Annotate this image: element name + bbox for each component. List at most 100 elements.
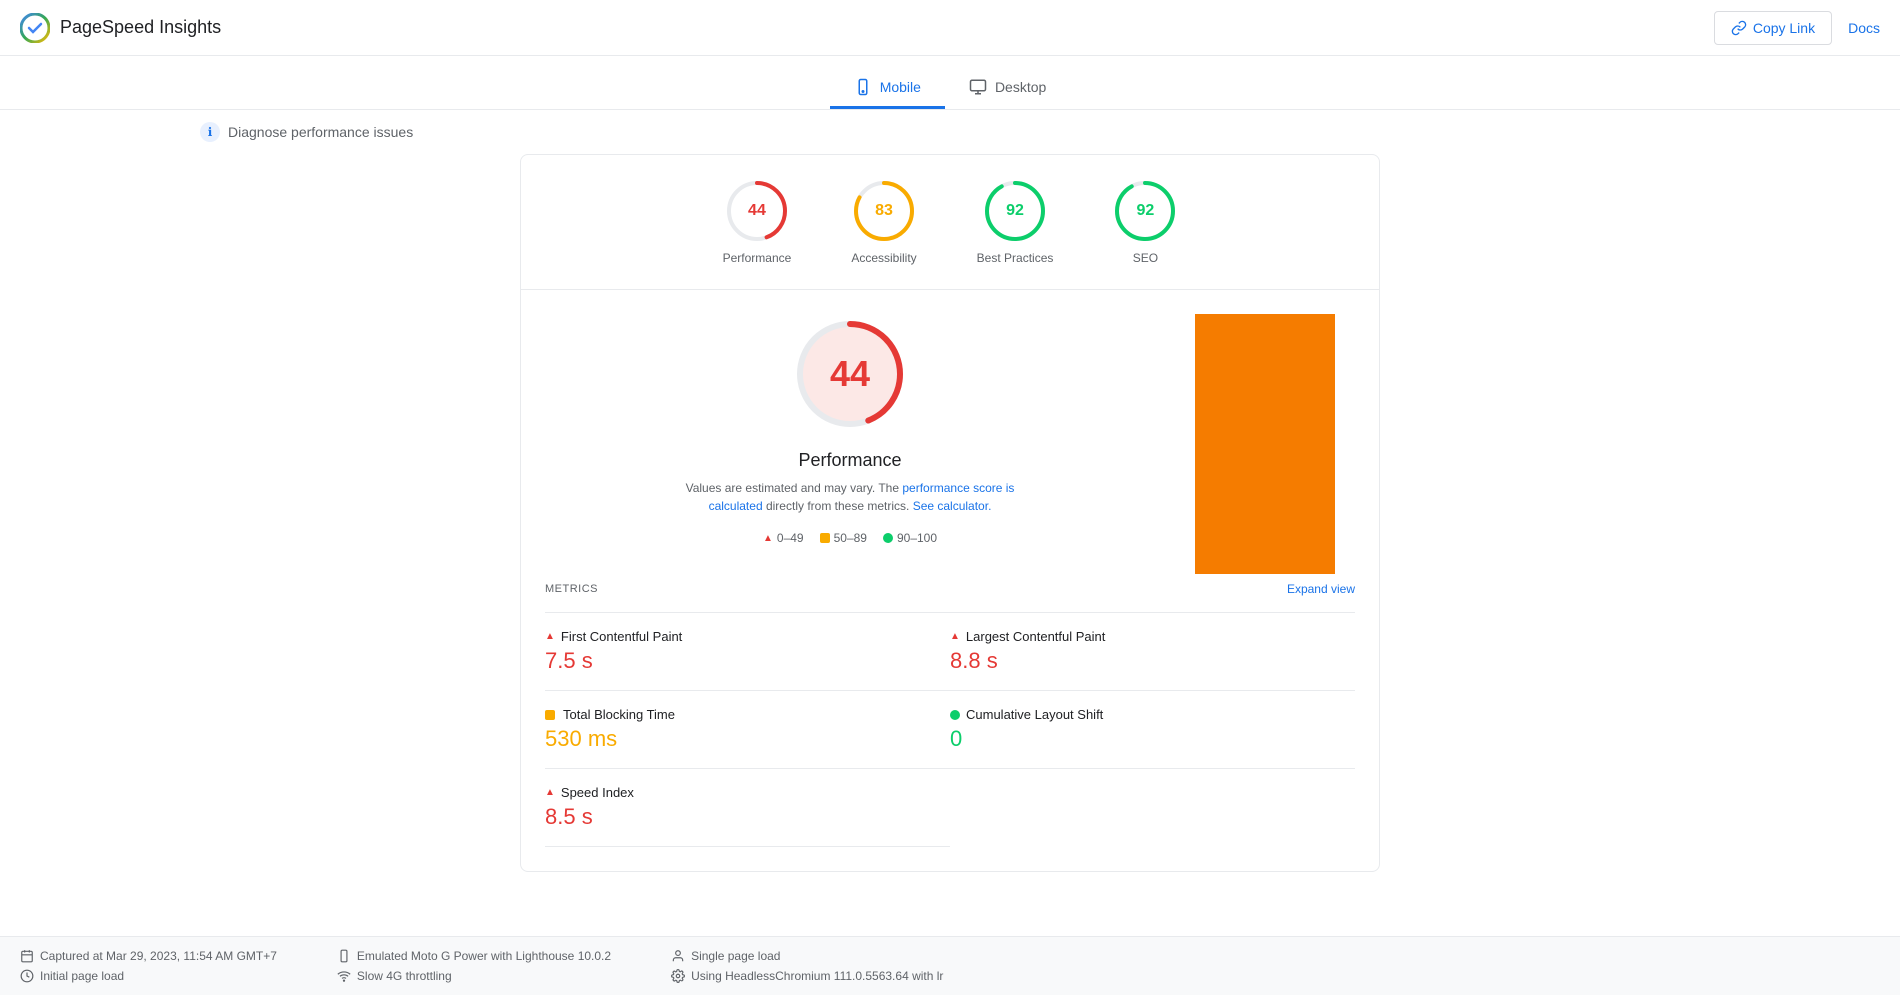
- metrics-grid: ▲ First Contentful Paint 7.5 s ▲ Largest…: [545, 612, 1355, 847]
- perf-calc-link[interactable]: See calculator.: [913, 499, 992, 513]
- tab-mobile-label: Mobile: [880, 79, 921, 95]
- legend-green-icon: [883, 533, 893, 543]
- footer-single-text: Single page load: [691, 949, 780, 963]
- accessibility-score: 83: [875, 202, 893, 220]
- wifi-icon: [337, 969, 351, 983]
- footer-row-capture: Captured at Mar 29, 2023, 11:54 AM GMT+7: [20, 949, 277, 963]
- orange-chart-bar: [1195, 314, 1335, 574]
- docs-link[interactable]: Docs: [1848, 20, 1880, 36]
- metric-lcp: ▲ Largest Contentful Paint 8.8 s: [950, 613, 1355, 691]
- metric-tbt-name: Total Blocking Time: [563, 707, 675, 722]
- metric-si-name-row: ▲ Speed Index: [545, 785, 910, 800]
- seo-score: 92: [1136, 202, 1154, 220]
- footer-col-1: Captured at Mar 29, 2023, 11:54 AM GMT+7…: [20, 949, 277, 983]
- copy-link-button[interactable]: Copy Link: [1714, 11, 1832, 45]
- tab-desktop-label: Desktop: [995, 79, 1046, 95]
- footer-col-3: Single page load Using HeadlessChromium …: [671, 949, 943, 983]
- legend-red-icon: ▲: [763, 533, 773, 544]
- metric-tbt-indicator: [545, 710, 555, 720]
- seo-label: SEO: [1133, 251, 1158, 265]
- calendar-icon: [20, 949, 34, 963]
- metric-cls-indicator: [950, 710, 960, 720]
- score-item-seo[interactable]: 92 SEO: [1113, 179, 1177, 265]
- tab-desktop[interactable]: Desktop: [945, 68, 1070, 109]
- footer-row-load: Initial page load: [20, 969, 277, 983]
- legend-red: ▲ 0–49: [763, 531, 804, 545]
- footer-capture-text: Captured at Mar 29, 2023, 11:54 AM GMT+7: [40, 949, 277, 963]
- metric-si-name: Speed Index: [561, 785, 634, 800]
- score-item-best-practices[interactable]: 92 Best Practices: [977, 179, 1054, 265]
- footer-device-text: Emulated Moto G Power with Lighthouse 10…: [357, 949, 611, 963]
- logo-area: PageSpeed Insights: [20, 13, 221, 43]
- divider: [521, 289, 1379, 290]
- diagnose-text: Diagnose performance issues: [228, 124, 413, 140]
- seo-circle: 92: [1113, 179, 1177, 243]
- diagnose-bar: ℹ Diagnose performance issues: [0, 110, 1900, 154]
- big-performance-circle: 44: [790, 314, 910, 434]
- score-card: 44 Performance 83 Accessibility: [520, 154, 1380, 872]
- tab-bar: Mobile Desktop: [0, 56, 1900, 110]
- expand-view-button[interactable]: Expand view: [1287, 582, 1355, 596]
- metrics-label: METRICS: [545, 583, 598, 595]
- metric-si-indicator: ▲: [545, 787, 555, 798]
- metric-tbt-name-row: Total Blocking Time: [545, 707, 910, 722]
- metric-fcp-indicator: ▲: [545, 631, 555, 642]
- best-practices-circle: 92: [983, 179, 1047, 243]
- legend-orange: 50–89: [820, 531, 867, 545]
- performance-title: Performance: [798, 450, 901, 471]
- user-icon: [671, 949, 685, 963]
- legend-orange-icon: [820, 533, 830, 543]
- legend-green-range: 90–100: [897, 531, 937, 545]
- legend-green: 90–100: [883, 531, 937, 545]
- performance-left-panel: 44 Performance Values are estimated and …: [545, 314, 1155, 574]
- footer-chromium-text: Using HeadlessChromium 111.0.5563.64 wit…: [691, 969, 943, 983]
- metric-fcp-value: 7.5 s: [545, 648, 910, 674]
- best-practices-label: Best Practices: [977, 251, 1054, 265]
- legend: ▲ 0–49 50–89 90–100: [763, 531, 937, 545]
- metric-fcp-name-row: ▲ First Contentful Paint: [545, 629, 910, 644]
- metric-fcp: ▲ First Contentful Paint 7.5 s: [545, 613, 950, 691]
- main-content: 44 Performance 83 Accessibility: [500, 154, 1400, 936]
- metric-cls-name-row: Cumulative Layout Shift: [950, 707, 1355, 722]
- performance-right-panel: [1195, 314, 1355, 574]
- footer-row-single: Single page load: [671, 949, 943, 963]
- settings-icon: [671, 969, 685, 983]
- metrics-header: METRICS Expand view: [545, 582, 1355, 596]
- metric-lcp-name: Largest Contentful Paint: [966, 629, 1105, 644]
- footer-row-chromium: Using HeadlessChromium 111.0.5563.64 wit…: [671, 969, 943, 983]
- metric-cls: Cumulative Layout Shift 0: [950, 691, 1355, 769]
- performance-label: Performance: [723, 251, 792, 265]
- metric-si-value: 8.5 s: [545, 804, 910, 830]
- performance-score: 44: [748, 202, 766, 220]
- logo-text: PageSpeed Insights: [60, 17, 221, 38]
- footer-row-device: Emulated Moto G Power with Lighthouse 10…: [337, 949, 611, 963]
- perf-desc-static: Values are estimated and may vary. The: [686, 481, 899, 495]
- tab-mobile[interactable]: Mobile: [830, 68, 945, 109]
- metric-lcp-value: 8.8 s: [950, 648, 1355, 674]
- mobile-icon: [854, 78, 872, 96]
- footer-col-2: Emulated Moto G Power with Lighthouse 10…: [337, 949, 611, 983]
- performance-circle: 44: [725, 179, 789, 243]
- metrics-section: METRICS Expand view ▲ First Contentful P…: [545, 582, 1355, 847]
- score-item-performance[interactable]: 44 Performance: [723, 179, 792, 265]
- desktop-icon: [969, 78, 987, 96]
- diagnose-icon: ℹ: [200, 122, 220, 142]
- clock-icon: [20, 969, 34, 983]
- pagespeed-logo-icon: [20, 13, 50, 43]
- metric-lcp-indicator: ▲: [950, 631, 960, 642]
- accessibility-circle: 83: [852, 179, 916, 243]
- header-actions: Copy Link Docs: [1714, 11, 1880, 45]
- performance-description: Values are estimated and may vary. The p…: [670, 479, 1030, 515]
- metric-si: ▲ Speed Index 8.5 s: [545, 769, 950, 847]
- performance-detail-section: 44 Performance Values are estimated and …: [545, 314, 1355, 574]
- metric-cls-value: 0: [950, 726, 1355, 752]
- link-icon: [1731, 20, 1747, 36]
- perf-desc-middle: directly from these metrics.: [766, 499, 909, 513]
- legend-orange-range: 50–89: [834, 531, 867, 545]
- metric-lcp-name-row: ▲ Largest Contentful Paint: [950, 629, 1355, 644]
- footer-throttle-text: Slow 4G throttling: [357, 969, 452, 983]
- header: PageSpeed Insights Copy Link Docs: [0, 0, 1900, 56]
- score-item-accessibility[interactable]: 83 Accessibility: [851, 179, 916, 265]
- copy-link-label: Copy Link: [1753, 20, 1815, 36]
- best-practices-score: 92: [1006, 202, 1024, 220]
